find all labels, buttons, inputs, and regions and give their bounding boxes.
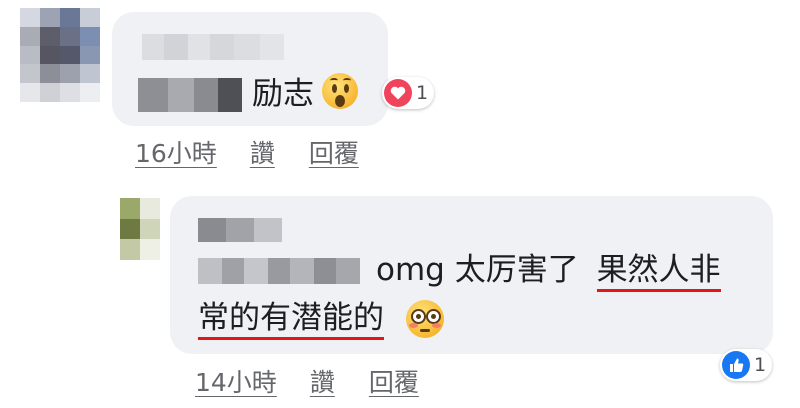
avatar-pixel xyxy=(60,45,80,65)
reaction-count: 1 xyxy=(754,354,767,376)
avatar-pixel xyxy=(20,8,40,27)
comment-text-plain: omg 太厉害了 xyxy=(376,252,579,288)
blurred-comment-text xyxy=(198,258,360,284)
avatar-pixel xyxy=(60,64,80,84)
avatar-pixel xyxy=(120,218,140,240)
avatar-pixel xyxy=(40,26,60,46)
avatar-pixel xyxy=(40,45,60,65)
comment-text-highlighted: 果然人非 xyxy=(596,252,721,292)
comment-bubble: 励志 xyxy=(112,12,388,126)
like-button[interactable]: 讚 xyxy=(310,363,335,399)
avatar-pixel xyxy=(20,64,40,84)
avatar-pixel xyxy=(140,198,160,219)
avatar-pixel xyxy=(60,83,80,102)
heart-icon xyxy=(384,79,412,107)
like-button[interactable]: 讚 xyxy=(250,134,275,170)
avatar-pixel xyxy=(60,26,80,46)
avatar-pixel xyxy=(40,64,60,84)
reply-commenter-avatar[interactable] xyxy=(120,198,160,260)
reply-button[interactable]: 回覆 xyxy=(369,363,419,399)
avatar-pixel xyxy=(20,45,40,65)
avatar-pixel xyxy=(140,218,160,240)
surprised-face-emoji-icon xyxy=(322,73,358,109)
avatar-pixel xyxy=(20,26,40,46)
comment-text-highlighted: 常的有潜能的 xyxy=(198,300,384,340)
avatar-pixel xyxy=(140,239,160,260)
avatar-pixel xyxy=(60,8,80,27)
reply-comment-bubble: omg 太厉害了 果然人非 常的有潜能的 xyxy=(170,196,773,354)
reply-button[interactable]: 回覆 xyxy=(309,134,359,170)
avatar-pixel xyxy=(120,198,140,219)
reaction-count: 1 xyxy=(416,82,429,104)
avatar-pixel xyxy=(80,45,100,65)
blurred-commenter-name[interactable] xyxy=(142,34,284,60)
comment-actions: 16小時 讚 回覆 xyxy=(135,134,359,170)
comment-text-line-2: 常的有潜能的 xyxy=(198,298,384,340)
avatar-pixel xyxy=(20,83,40,102)
flushed-face-emoji-icon xyxy=(406,300,444,338)
avatar-pixel xyxy=(40,8,60,27)
like-reaction-badge[interactable]: 1 xyxy=(720,349,773,381)
blurred-comment-text xyxy=(138,78,242,112)
commenter-avatar[interactable] xyxy=(20,8,100,102)
blurred-commenter-name[interactable] xyxy=(198,218,282,242)
reply-comment-actions: 14小時 讚 回覆 xyxy=(195,363,419,399)
avatar-pixel xyxy=(80,64,100,84)
avatar-pixel xyxy=(120,239,140,260)
avatar-pixel xyxy=(80,26,100,46)
comment-text-line-1: omg 太厉害了 果然人非 xyxy=(376,250,721,292)
avatar-pixel xyxy=(80,83,100,102)
avatar-pixel xyxy=(80,8,100,27)
avatar-pixel xyxy=(40,83,60,102)
love-reaction-badge[interactable]: 1 xyxy=(382,77,435,109)
thumbs-up-icon xyxy=(722,351,750,379)
comment-timestamp[interactable]: 16小時 xyxy=(135,134,217,170)
comment-text: 励志 xyxy=(252,76,314,112)
comment-timestamp[interactable]: 14小時 xyxy=(195,363,277,399)
